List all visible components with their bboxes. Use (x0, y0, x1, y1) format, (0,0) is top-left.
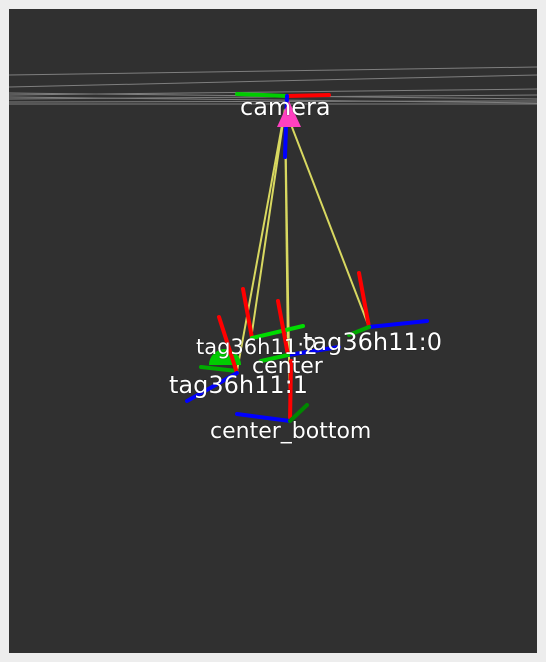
3d-viewport[interactable]: camera tag36h11:2 center tag36h11:0 tag3… (9, 9, 537, 653)
frame-label-tag-0: tag36h11:0 (303, 328, 442, 356)
frame-label-center-bottom: center_bottom (210, 419, 372, 444)
frame-label-tag-1: tag36h11:1 (169, 371, 308, 399)
frame-label-camera: camera (240, 93, 331, 121)
tag-2-axes (241, 287, 305, 340)
link-camera-tag-0 (284, 108, 370, 328)
